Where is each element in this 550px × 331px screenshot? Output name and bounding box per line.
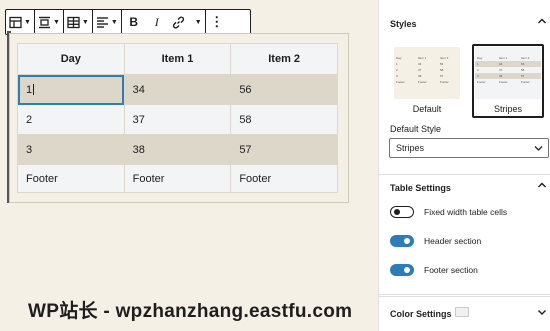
default-style-select[interactable]: Stripes	[389, 138, 549, 158]
style-option-label: Default	[412, 104, 442, 114]
table-footer-cell[interactable]: Footer	[230, 164, 338, 193]
table-cell[interactable]: 34	[123, 74, 232, 105]
color-swatch	[455, 307, 469, 317]
table-cell[interactable]: 56	[230, 74, 338, 105]
link-button[interactable]	[168, 10, 190, 34]
table-footer-cell[interactable]: Footer	[123, 164, 232, 193]
chevron-down-icon: ▼	[110, 18, 118, 26]
more-options-button[interactable]: ⋮	[206, 10, 228, 34]
text-align-button[interactable]: ▼	[93, 10, 121, 34]
header-section-toggle-row: Header section	[390, 234, 481, 248]
table-cell[interactable]: 3	[17, 134, 125, 165]
more-rich-text-button[interactable]: ▼	[190, 10, 205, 34]
text-cursor	[33, 84, 35, 96]
settings-sidebar: Styles Day Item 1 Item 2 1 34 56 2 37 58 3 38 57…	[378, 0, 550, 331]
style-option-stripes[interactable]: Day Item 1 Item 2 1 34 56 2 37 58 3 38 57 Footer…	[472, 44, 544, 118]
color-settings-panel: Color Settings	[379, 296, 550, 331]
link-icon	[173, 16, 185, 28]
edit-table-icon	[67, 16, 80, 28]
chevron-up-icon[interactable]	[537, 16, 547, 28]
cell-text: 1	[26, 83, 33, 96]
block-toolbar: ▼ ▼ ▼ ▼ B I ▼ ⋮	[5, 9, 251, 35]
chevron-down-icon: ▼	[24, 18, 31, 26]
align-center-icon	[38, 16, 50, 28]
default-style-value: Stripes	[396, 143, 425, 153]
table-row: 1 34 56	[17, 74, 338, 105]
table-cell-selected[interactable]: 1	[17, 74, 125, 105]
table-header-cell[interactable]: Day	[17, 43, 125, 75]
style-preview-default: Day Item 1 Item 2 1 34 56 2 37 58 3 38 57 Footer…	[394, 47, 460, 99]
bold-button[interactable]: B	[122, 10, 146, 34]
footer-section-toggle[interactable]	[390, 264, 414, 276]
table-cell[interactable]: 37	[123, 104, 232, 135]
text-align-icon	[96, 16, 108, 28]
chevron-down-icon[interactable]	[537, 307, 547, 319]
data-table: Day Item 1 Item 2 1 34 56 2 37 58 3 38 5…	[17, 43, 338, 193]
footer-section-toggle-row: Footer section	[390, 263, 478, 277]
fixed-width-toggle-row: Fixed width table cells	[390, 205, 507, 219]
style-preview-stripes: Day Item 1 Item 2 1 34 56 2 37 58 3 38 57 Footer…	[475, 47, 541, 99]
style-option-label: Stripes	[493, 104, 522, 114]
chevron-up-icon[interactable]	[537, 180, 547, 192]
bold-icon: B	[129, 15, 139, 29]
table-header-cell[interactable]: Item 2	[230, 43, 338, 75]
color-settings-title[interactable]: Color Settings	[390, 309, 452, 319]
table-cell[interactable]: 38	[123, 134, 232, 165]
more-options-icon: ⋮	[210, 14, 224, 29]
editor-canvas: ▼ ▼ ▼ ▼ B I ▼ ⋮ Day Item 1 Item 2 1 34 5…	[0, 0, 378, 331]
toggle-label: Fixed width table cells	[424, 207, 508, 217]
styles-panel-title[interactable]: Styles	[390, 19, 417, 29]
table-row: 2 37 58	[17, 104, 338, 135]
table-icon	[9, 16, 22, 28]
table-header-cell[interactable]: Item 1	[123, 43, 232, 75]
italic-button[interactable]: I	[146, 10, 168, 34]
watermark: WP站长 - wpzhanzhang.eastfu.com	[28, 301, 353, 322]
edit-table-button[interactable]: ▼	[64, 10, 92, 34]
align-button[interactable]: ▼	[35, 10, 63, 34]
italic-icon: I	[154, 14, 159, 29]
default-style-label: Default Style	[390, 124, 442, 134]
table-row: 3 38 57	[17, 134, 338, 165]
chevron-down-icon: ▼	[194, 18, 202, 26]
style-option-default[interactable]: Day Item 1 Item 2 1 34 56 2 37 58 3 38 57 Footer…	[391, 44, 463, 118]
toggle-label: Header section	[424, 236, 482, 246]
toggle-label: Footer section	[424, 265, 478, 275]
table-footer-row: Footer Footer Footer	[17, 164, 338, 193]
header-section-toggle[interactable]	[390, 235, 414, 247]
fixed-width-toggle[interactable]	[390, 206, 414, 218]
chevron-down-icon: ▼	[52, 18, 60, 26]
table-cell[interactable]: 58	[230, 104, 338, 135]
table-cell[interactable]: 57	[230, 134, 338, 165]
table-settings-title[interactable]: Table Settings	[390, 183, 451, 193]
chevron-down-icon: ▼	[81, 18, 89, 26]
table-header-row: Day Item 1 Item 2	[17, 43, 338, 75]
table-cell[interactable]: 2	[17, 104, 125, 135]
styles-panel: Styles Day Item 1 Item 2 1 34 56 2 37 58 3 38 57…	[379, 0, 550, 175]
chevron-down-icon	[534, 139, 543, 163]
table-footer-cell[interactable]: Footer	[17, 164, 125, 193]
